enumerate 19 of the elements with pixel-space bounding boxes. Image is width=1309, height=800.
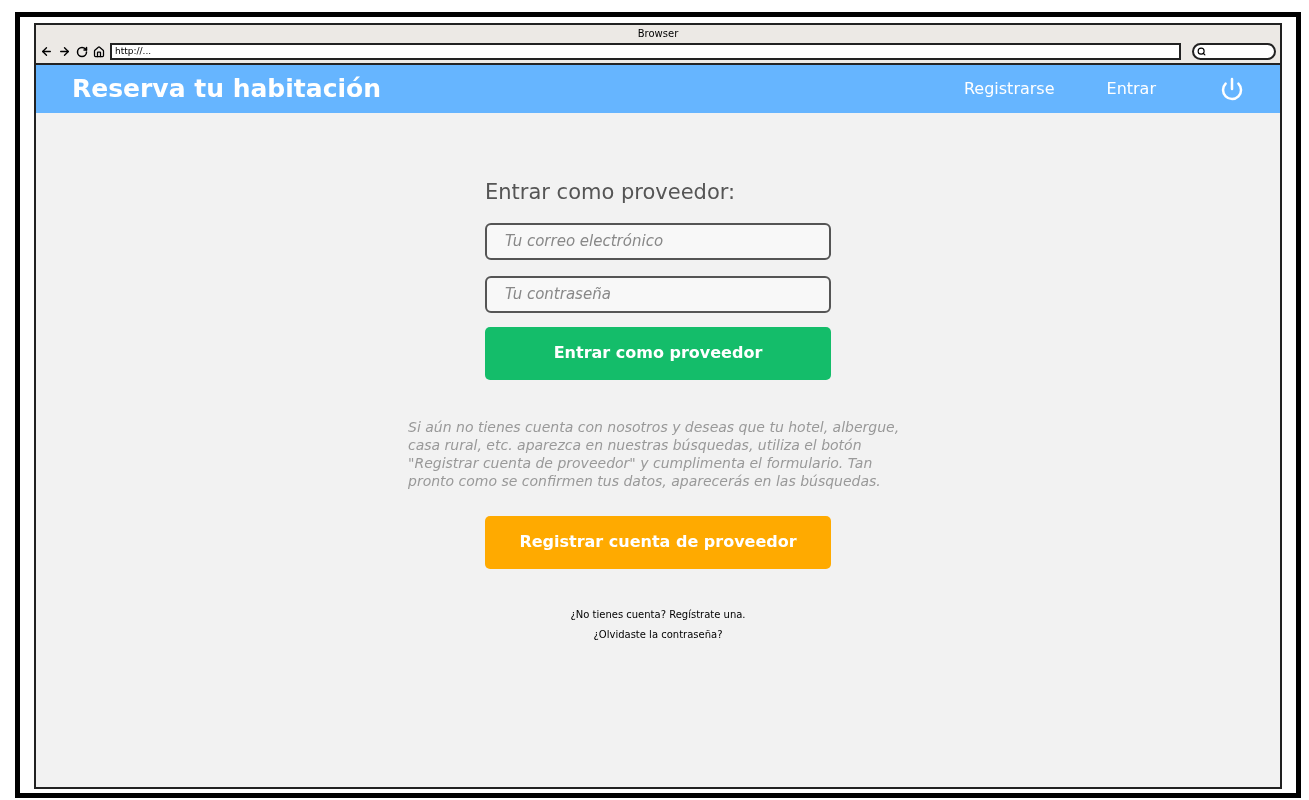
help-link[interactable]: ¿No tienes cuenta? Regístrate una. (570, 606, 746, 622)
back-icon[interactable] (40, 45, 53, 58)
forward-icon[interactable] (58, 45, 71, 58)
help-link[interactable]: ¿Olvidaste la contraseña? (593, 626, 723, 642)
nav-link[interactable]: Entrar (1106, 77, 1156, 101)
home-icon[interactable] (93, 45, 105, 58)
brand-title: Reserva tu habitación (72, 73, 381, 106)
search-field[interactable] (1192, 43, 1276, 60)
search-icon (1197, 47, 1206, 56)
info-text: Si aún no tienes cuenta con nosotros y deseas que tu hotel, albergue, casa rural, etc. aparezca en nuestras búsquedas, utiliza el botón "Registrar cuenta de proveedor" y cumplimenta el formulario. Tan pronto como se confirmen tus datos, aparecerás en las búsquedas. (408, 417, 901, 490)
window-title: Browser (636, 27, 680, 41)
password-field[interactable]: Tu contraseña (485, 275, 831, 313)
email-field[interactable]: Tu correo electrónico (485, 222, 831, 260)
reload-icon[interactable] (76, 45, 88, 58)
nav-link[interactable]: Registrarse (963, 77, 1055, 101)
address-field[interactable]: http://... (110, 43, 1181, 60)
register-button[interactable]: Registrar cuenta de proveedor (485, 515, 831, 569)
login-button[interactable]: Entrar como proveedor (485, 326, 831, 380)
form-heading: Entrar como proveedor: (485, 179, 737, 206)
